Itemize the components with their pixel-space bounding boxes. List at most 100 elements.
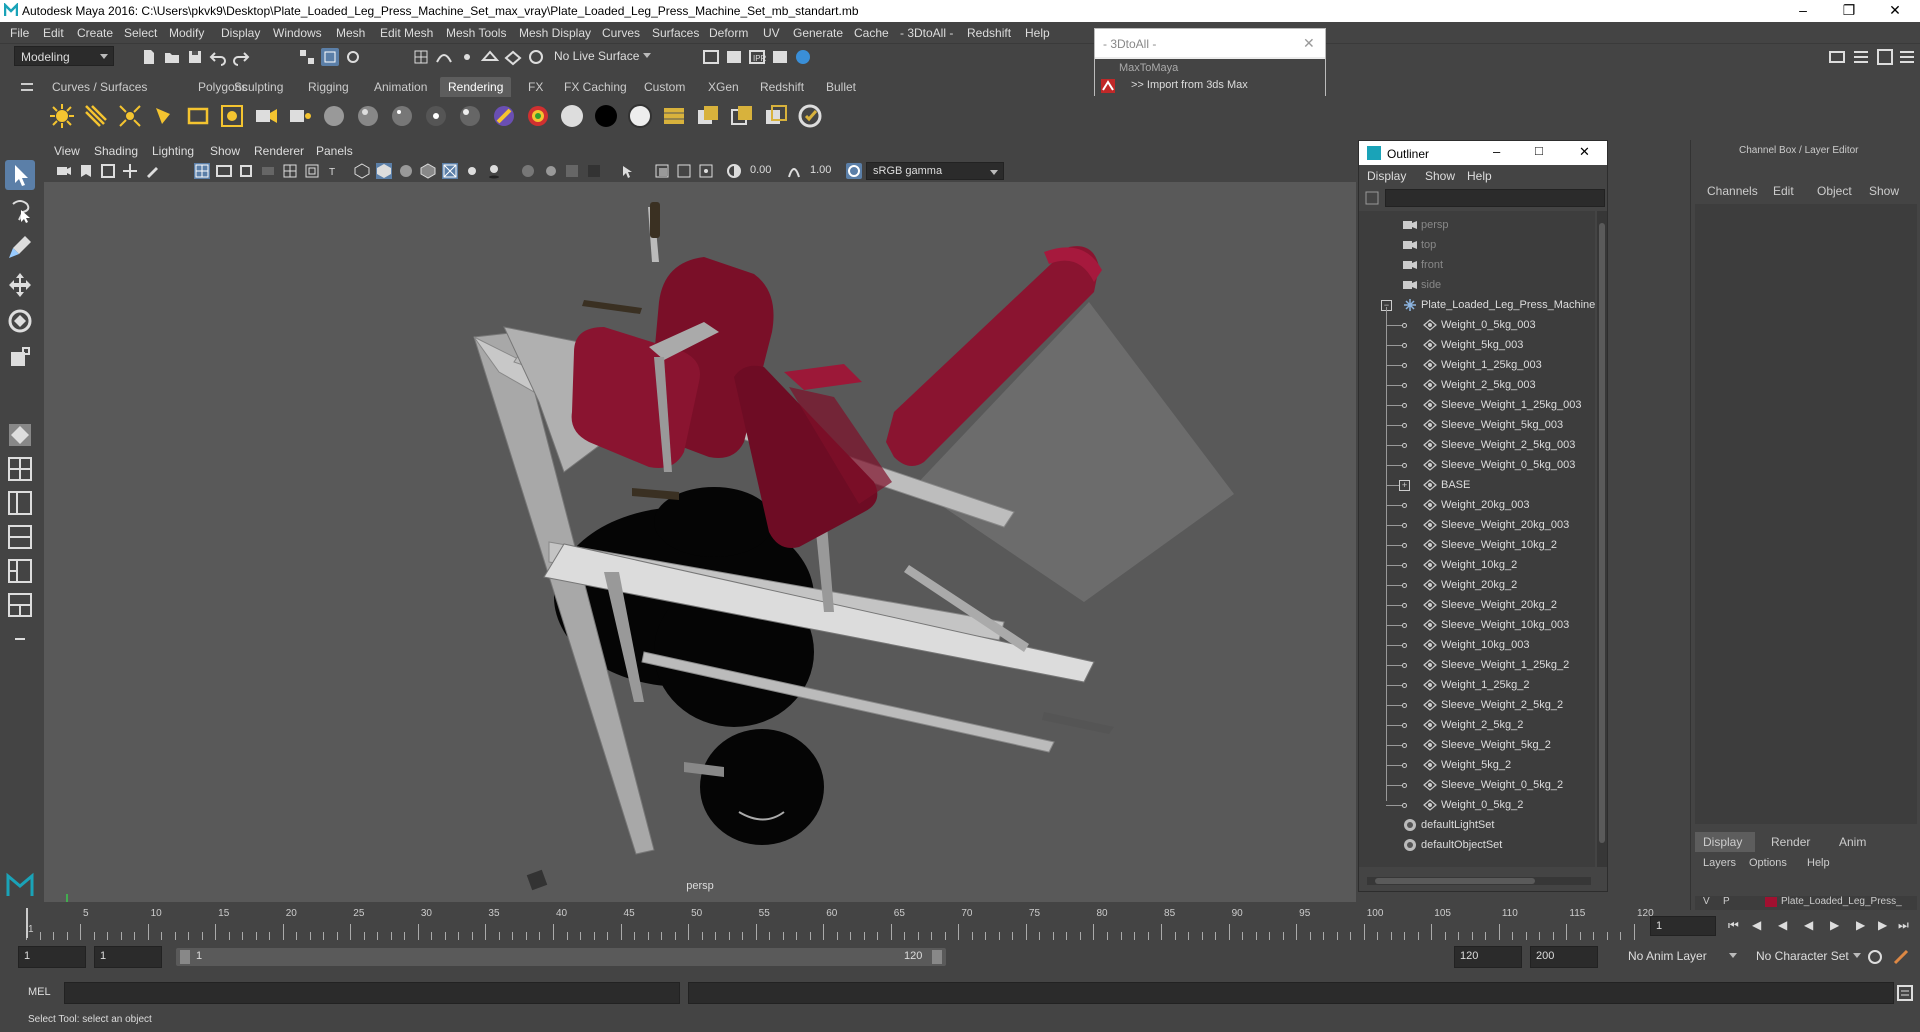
- render-region-icon[interactable]: [728, 102, 756, 130]
- outliner-maximize-button[interactable]: □: [1535, 143, 1543, 158]
- step-back-key-icon[interactable]: ◀: [1752, 918, 1761, 932]
- wireframe-on-shaded-icon[interactable]: [420, 163, 436, 179]
- safe-action-icon[interactable]: [304, 163, 320, 179]
- lasso-tool-icon[interactable]: [5, 196, 35, 226]
- outliner-child-item[interactable]: Sleeve_Weight_0_5kg_2: [1359, 775, 1595, 795]
- snap-surface-icon[interactable]: [504, 48, 522, 66]
- menu-help[interactable]: Help: [1025, 26, 1050, 40]
- play-backwards-icon[interactable]: ◀: [1804, 918, 1813, 932]
- hypershade-icon[interactable]: [794, 48, 812, 66]
- vp-menu-view[interactable]: View: [54, 144, 80, 158]
- anim-layer-dropdown[interactable]: No Anim Layer: [1622, 946, 1742, 968]
- safe-title-icon[interactable]: T: [326, 163, 342, 179]
- smooth-shade-icon[interactable]: [376, 163, 392, 179]
- exposure-field[interactable]: 0.00: [746, 162, 782, 180]
- outliner-layout-icon[interactable]: [5, 590, 35, 620]
- gamma-field[interactable]: 1.00: [806, 162, 842, 180]
- outliner-filter-icon[interactable]: [1365, 191, 1379, 205]
- phong-shader-icon[interactable]: [388, 102, 416, 130]
- tab-redshift[interactable]: Redshift: [752, 77, 812, 97]
- go-to-end-icon[interactable]: ⏭: [1898, 918, 1909, 933]
- outliner-child-item[interactable]: Weight_20kg_003: [1359, 495, 1595, 515]
- animation-preferences-icon[interactable]: [1892, 948, 1910, 966]
- isolate-select-icon[interactable]: [620, 163, 636, 179]
- outliner-child-item[interactable]: Weight_5kg_003: [1359, 335, 1595, 355]
- channelbox-menu-show[interactable]: Show: [1869, 184, 1899, 198]
- menu-mesh[interactable]: Mesh: [336, 26, 365, 40]
- outliner-child-item[interactable]: Sleeve_Weight_0_5kg_003: [1359, 455, 1595, 475]
- grid-toggle-icon[interactable]: [194, 163, 210, 179]
- tool-settings-icon[interactable]: [1876, 48, 1894, 66]
- close-button[interactable]: ✕: [1872, 0, 1918, 22]
- menu-edit[interactable]: Edit: [43, 26, 64, 40]
- menu-uv[interactable]: UV: [763, 26, 780, 40]
- select-hierarchy-icon[interactable]: [298, 48, 316, 66]
- tab-anim-layers[interactable]: Anim: [1839, 835, 1866, 849]
- vp-menu-renderer[interactable]: Renderer: [254, 144, 304, 158]
- grease-pencil-icon[interactable]: [144, 163, 160, 179]
- camera-icon[interactable]: [252, 102, 280, 130]
- layer-menu-layers[interactable]: Layers: [1703, 857, 1736, 869]
- outliner-child-item[interactable]: Sleeve_Weight_1_25kg_003: [1359, 395, 1595, 415]
- menu-generate[interactable]: Generate: [793, 26, 843, 40]
- select-component-icon[interactable]: [344, 48, 362, 66]
- outliner-horizontal-scrollbar[interactable]: [1367, 877, 1591, 885]
- tab-curves-surfaces[interactable]: Curves / Surfaces: [44, 77, 155, 97]
- render-settings-icon[interactable]: [771, 48, 789, 66]
- black-material-icon[interactable]: [592, 102, 620, 130]
- 2d-pan-zoom-icon[interactable]: [122, 163, 138, 179]
- hypershade-layout-icon[interactable]: [5, 556, 35, 586]
- outliner-child-item[interactable]: Weight_2_5kg_2: [1359, 715, 1595, 735]
- outliner-menu-display[interactable]: Display: [1367, 169, 1406, 183]
- rotate-tool-icon[interactable]: [5, 306, 35, 336]
- outliner-child-item[interactable]: Weight_1_25kg_003: [1359, 355, 1595, 375]
- vp-menu-show[interactable]: Show: [210, 144, 240, 158]
- current-frame-field[interactable]: 1: [1650, 916, 1716, 936]
- range-slider[interactable]: 1 120: [176, 948, 946, 966]
- attribute-editor-icon[interactable]: [1852, 48, 1870, 66]
- time-slider[interactable]: 5 10 15 20 25 30 35 40 45 50 55 60 65 70 75 80 85 90 95 100…: [20, 906, 1654, 942]
- tab-rendering[interactable]: Rendering: [440, 77, 512, 97]
- channelbox-menu-channels[interactable]: Channels: [1707, 184, 1758, 198]
- textured-icon[interactable]: [442, 163, 458, 179]
- layer-playback-toggle[interactable]: P: [1723, 896, 1730, 907]
- layer-name[interactable]: Plate_Loaded_Leg_Press_: [1781, 896, 1902, 907]
- ipr-render-icon[interactable]: IPR: [748, 48, 766, 66]
- image-plane-icon[interactable]: [100, 163, 116, 179]
- persp-graph-layout-icon[interactable]: [5, 522, 35, 552]
- playback-start-field[interactable]: 1: [94, 946, 162, 968]
- film-gate-icon[interactable]: [216, 163, 232, 179]
- undo-icon[interactable]: [209, 48, 227, 66]
- tab-fx[interactable]: FX: [520, 77, 551, 97]
- colorspace-dropdown[interactable]: sRGB gamma: [866, 162, 1004, 180]
- channelbox-menu-edit[interactable]: Edit: [1773, 184, 1794, 198]
- vp-menu-shading[interactable]: Shading: [94, 144, 138, 158]
- motion-blur-icon[interactable]: [542, 163, 558, 179]
- modeling-toolkit-icon[interactable]: [1828, 48, 1846, 66]
- live-surface-field[interactable]: No Live Surface: [550, 46, 656, 66]
- tab-render-layers[interactable]: Render: [1771, 835, 1810, 849]
- tab-display-layers[interactable]: Display: [1695, 832, 1755, 852]
- use-all-lights-icon[interactable]: [464, 163, 480, 179]
- menu-mesh-tools[interactable]: Mesh Tools: [446, 26, 506, 40]
- xray-components-icon[interactable]: [698, 163, 714, 179]
- menu-redshift[interactable]: Redshift: [967, 26, 1011, 40]
- outliner-camera-item[interactable]: front: [1359, 255, 1595, 275]
- outliner-child-item[interactable]: Weight_20kg_2: [1359, 575, 1595, 595]
- outliner-hscroll-thumb[interactable]: [1375, 878, 1535, 884]
- layer-menu-options[interactable]: Options: [1749, 857, 1787, 869]
- surface-shader-icon[interactable]: [422, 102, 450, 130]
- outliner-camera-item[interactable]: side: [1359, 275, 1595, 295]
- menu-select[interactable]: Select: [124, 26, 157, 40]
- directional-light-icon[interactable]: [82, 102, 110, 130]
- outliner-child-item[interactable]: Sleeve_Weight_5kg_2: [1359, 735, 1595, 755]
- phong-e-shader-icon[interactable]: [456, 102, 484, 130]
- menu-mesh-display[interactable]: Mesh Display: [519, 26, 591, 40]
- multisample-aa-icon[interactable]: [564, 163, 580, 179]
- gamma-icon[interactable]: [786, 163, 802, 179]
- four-view-layout-icon[interactable]: [5, 454, 35, 484]
- outliner-set-item[interactable]: defaultObjectSet: [1359, 835, 1595, 855]
- range-slider-start-handle[interactable]: [180, 950, 190, 964]
- render-view-icon[interactable]: [702, 48, 720, 66]
- single-perspective-layout-icon[interactable]: [5, 420, 35, 450]
